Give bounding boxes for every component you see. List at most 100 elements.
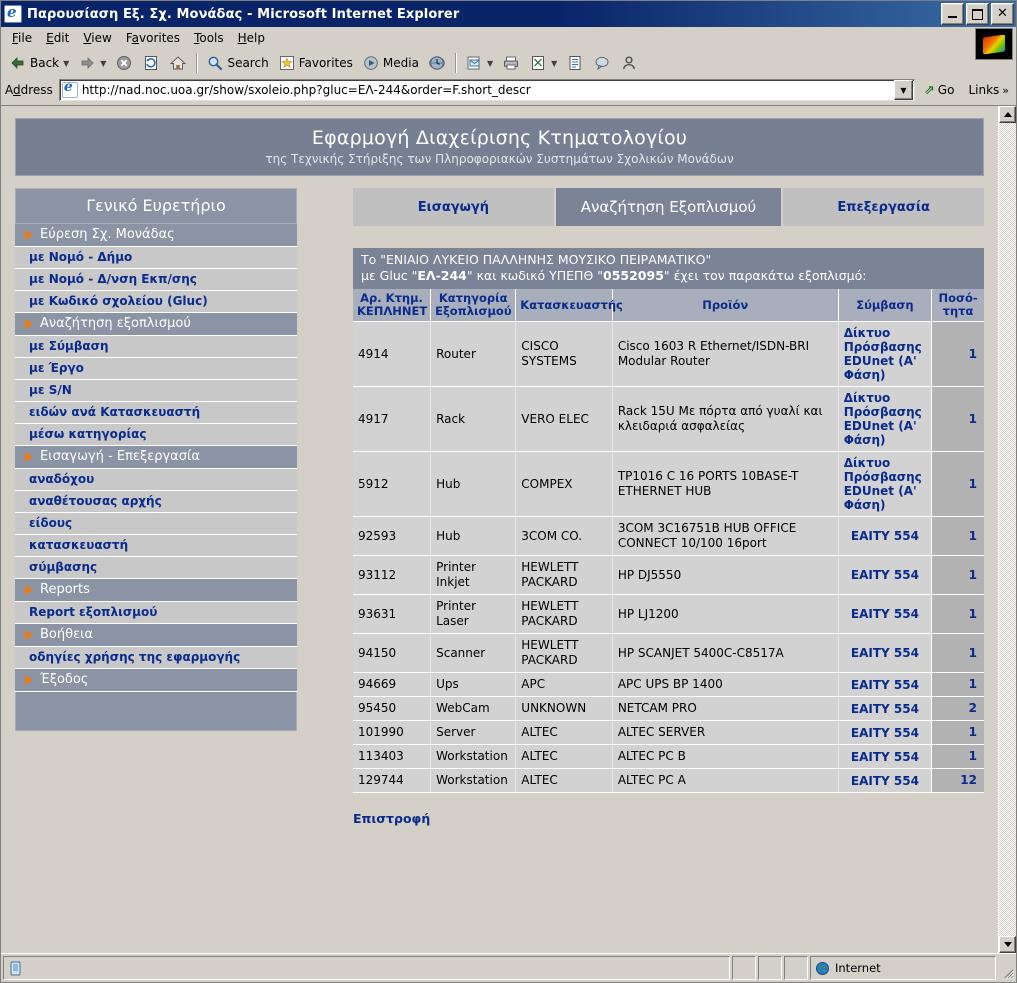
sidebar-filler bbox=[15, 692, 297, 731]
sidebar-item-equipment-report[interactable]: Report εξοπλισμού bbox=[15, 602, 297, 624]
sidebar-item-by-prefecture-education-directorate[interactable]: με Νομό - Δ/νση Εκπ/σης bbox=[15, 269, 297, 291]
cell-product: ALTEC PC B bbox=[612, 744, 839, 769]
history-button[interactable] bbox=[424, 52, 450, 74]
cell-contract-link[interactable]: Δίκτυο Πρόσβασης EDUnet (Α' Φάση) bbox=[838, 321, 933, 387]
discuss-button[interactable] bbox=[562, 52, 588, 74]
sidebar-item-by-school-code-gluc[interactable]: με Κωδικό σχολείου (Gluc) bbox=[15, 291, 297, 313]
table-row: 5912 Hub COMPEX TP1016 C 16 PORTS 10BASE… bbox=[353, 451, 984, 517]
favorites-button[interactable]: Favorites bbox=[274, 52, 357, 74]
stop-icon bbox=[115, 54, 133, 72]
forward-button[interactable]: ▼ bbox=[74, 52, 110, 74]
menu-item-view[interactable]: View bbox=[76, 29, 118, 47]
address-label: Address bbox=[5, 83, 53, 97]
edit-button[interactable]: ▼ bbox=[525, 52, 561, 74]
cell-contract-link[interactable]: ΕΑΙΤΥ 554 bbox=[838, 594, 933, 634]
mail-button[interactable]: ▼ bbox=[461, 52, 497, 74]
back-dropdown-icon[interactable]: ▼ bbox=[63, 59, 69, 68]
media-button[interactable]: Media bbox=[358, 52, 423, 74]
cell-contract-link[interactable]: ΕΑΙΤΥ 554 bbox=[838, 744, 933, 769]
browser-window: Παρουσίαση Εξ. Σχ. Μονάδας - Microsoft I… bbox=[0, 0, 1017, 983]
scroll-down-button[interactable] bbox=[999, 936, 1016, 953]
sidebar-group-reports[interactable]: Reports bbox=[15, 579, 297, 602]
messenger-button[interactable] bbox=[589, 52, 615, 74]
sidebar-item-contracting-authority[interactable]: αναθέτουσας αρχής bbox=[15, 491, 297, 513]
cell-quantity: 2 bbox=[931, 696, 984, 721]
back-button[interactable]: Back ▼ bbox=[5, 52, 73, 74]
scroll-up-button[interactable] bbox=[999, 106, 1016, 123]
sidebar-group-find-school-unit[interactable]: Εύρεση Σχ. Μονάδας bbox=[15, 224, 297, 247]
sidebar-group-help[interactable]: Βοήθεια bbox=[15, 624, 297, 647]
cell-quantity: 12 bbox=[931, 768, 984, 793]
address-dropdown-button[interactable]: ▼ bbox=[893, 80, 913, 100]
links-button[interactable]: Links » bbox=[963, 81, 1014, 99]
search-icon bbox=[206, 54, 224, 72]
sidebar-group-exit[interactable]: Έξοδος bbox=[15, 669, 297, 692]
refresh-button[interactable] bbox=[138, 52, 164, 74]
cell-contract-link[interactable]: ΕΑΙΤΥ 554 bbox=[838, 768, 933, 793]
sidebar-item-item-type[interactable]: είδους bbox=[15, 513, 297, 535]
cell-contract-link[interactable]: Δίκτυο Πρόσβασης EDUnet (Α' Φάση) bbox=[838, 386, 933, 452]
tab-edit[interactable]: Επεξεργασία bbox=[783, 188, 984, 226]
cell-contract-link[interactable]: ΕΑΙΤΥ 554 bbox=[838, 516, 933, 556]
close-button[interactable]: ✕ bbox=[991, 3, 1014, 25]
menu-item-help[interactable]: Help bbox=[231, 29, 272, 47]
cell-contract-link[interactable]: ΕΑΙΤΥ 554 bbox=[838, 720, 933, 745]
search-button[interactable]: Search bbox=[202, 52, 272, 74]
maximize-button[interactable] bbox=[966, 3, 989, 25]
cell-contract-link[interactable]: ΕΑΙΤΥ 554 bbox=[838, 633, 933, 673]
sidebar-group-equipment-search[interactable]: Αναζήτηση εξοπλισμού bbox=[15, 313, 297, 336]
tab-equipment-search[interactable]: Αναζήτηση Εξοπλισμού bbox=[555, 188, 784, 226]
security-zone-panel[interactable]: Internet bbox=[810, 956, 996, 980]
go-button[interactable]: ⇗ Go bbox=[919, 81, 960, 100]
column-header-contract[interactable]: Σύμβαση bbox=[838, 289, 933, 322]
sidebar-item-by-prefecture-municipality[interactable]: με Νομό - Δήμο bbox=[15, 247, 297, 269]
column-header-manufacturer[interactable]: Κατασκευαστής bbox=[515, 289, 623, 322]
cell-contract-link[interactable]: ΕΑΙΤΥ 554 bbox=[838, 672, 933, 697]
menu-item-favorites[interactable]: Favorites bbox=[119, 29, 187, 47]
sidebar-item-by-manufacturer[interactable]: ειδών ανά Κατασκευαστή bbox=[15, 402, 297, 424]
sidebar-item-contractor[interactable]: αναδόχου bbox=[15, 469, 297, 491]
cell-contract-link[interactable]: ΕΑΙΤΥ 554 bbox=[838, 696, 933, 721]
home-button[interactable] bbox=[165, 52, 191, 74]
column-header-quantity[interactable]: Ποσό-τητα bbox=[931, 289, 984, 322]
sidebar-item-manufacturer[interactable]: κατασκευαστή bbox=[15, 535, 297, 557]
address-input[interactable]: http://nad.noc.uoa.gr/show/sxoleio.php?g… bbox=[58, 79, 915, 101]
vertical-scrollbar[interactable] bbox=[998, 106, 1016, 953]
sidebar-item-contract[interactable]: σύμβασης bbox=[15, 557, 297, 579]
menu-item-edit[interactable]: Edit bbox=[39, 29, 76, 47]
sidebar-item-usage-instructions[interactable]: οδηγίες χρήσης της εφαρμογής bbox=[15, 647, 297, 669]
column-header-asset-number[interactable]: Αρ. Κτημ. ΚΕΠΛΗΝΕΤ bbox=[353, 289, 432, 322]
edit-dropdown-icon[interactable]: ▼ bbox=[551, 59, 557, 68]
stop-button[interactable] bbox=[111, 52, 137, 74]
sidebar-item-by-category[interactable]: μέσω κατηγορίας bbox=[15, 424, 297, 446]
title-bar: Παρουσίαση Εξ. Σχ. Μονάδας - Microsoft I… bbox=[1, 1, 1016, 27]
back-link[interactable]: Επιστροφή bbox=[353, 811, 430, 826]
sidebar-item-by-contract[interactable]: με Σύμβαση bbox=[15, 336, 297, 358]
column-header-equipment-category[interactable]: Κατηγορία Εξοπλισμού bbox=[430, 289, 517, 322]
cell-asset-number: 92593 bbox=[353, 516, 432, 556]
cell-quantity: 1 bbox=[931, 633, 984, 673]
resize-grip[interactable] bbox=[998, 956, 1014, 980]
toolbar-separator-2 bbox=[454, 53, 456, 73]
table-row: 95450 WebCam UNKNOWN NETCAM PRO ΕΑΙΤΥ 55… bbox=[353, 696, 984, 721]
minimize-button[interactable] bbox=[941, 3, 964, 25]
media-label: Media bbox=[382, 56, 419, 70]
print-button[interactable] bbox=[498, 52, 524, 74]
sidebar-item-by-project[interactable]: με Έργο bbox=[15, 358, 297, 380]
column-header-product[interactable]: Προϊόν bbox=[612, 289, 839, 322]
mail-dropdown-icon[interactable]: ▼ bbox=[487, 59, 493, 68]
page-icon bbox=[61, 80, 78, 98]
cell-category: Workstation bbox=[430, 768, 517, 793]
sidebar-item-by-serial-number[interactable]: με S/N bbox=[15, 380, 297, 402]
sidebar-group-insert-edit[interactable]: Εισαγωγή - Επεξεργασία bbox=[15, 446, 297, 469]
tab-insert[interactable]: Εισαγωγή bbox=[353, 188, 556, 226]
scroll-down-arrow-icon bbox=[1003, 942, 1012, 947]
forward-dropdown-icon[interactable]: ▼ bbox=[100, 59, 106, 68]
menu-item-file[interactable]: FFileile bbox=[5, 29, 39, 47]
cell-contract-link[interactable]: ΕΑΙΤΥ 554 bbox=[838, 555, 933, 595]
menu-item-tools[interactable]: Tools bbox=[187, 29, 231, 47]
cell-product: TP1016 C 16 PORTS 10BASE-T ETHERNET HUB bbox=[612, 451, 839, 517]
scrollbar-track[interactable] bbox=[999, 123, 1016, 936]
user-button[interactable] bbox=[616, 52, 642, 74]
cell-contract-link[interactable]: Δίκτυο Πρόσβασης EDUnet (Α' Φάση) bbox=[838, 451, 933, 517]
